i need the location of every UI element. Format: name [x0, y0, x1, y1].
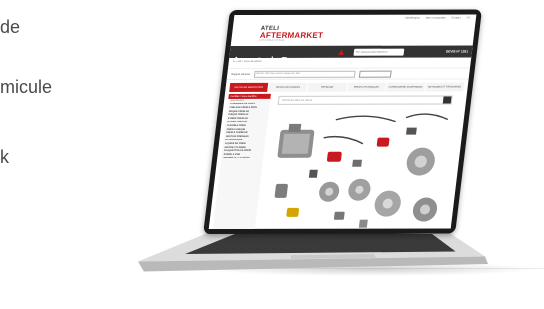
- shop-icon[interactable]: [281, 49, 289, 62]
- catalog-search-input[interactable]: Recherche dans les pièces: [277, 95, 453, 105]
- sidebar-item[interactable]: SEGMENTS / CYLINDRE: [221, 156, 263, 160]
- site-header: ATELI AFTERMARKET INTERNATIONAL: [231, 24, 476, 46]
- vehicle-request-bar: Rapport véhicule Réf/carte VIN/n°/type v…: [226, 67, 471, 80]
- tab-category[interactable]: FREINAGE: [307, 82, 347, 92]
- laptop: Identification Mes commandes Contact FR …: [0, 0, 544, 309]
- catalog-main: Recherche dans les pièces: [257, 94, 463, 229]
- quote-number: 1351: [460, 49, 469, 54]
- breadcrumb: Accueil > Vente de pièces: [232, 59, 262, 63]
- tab-category[interactable]: PIECES TECHNIQUES: [346, 82, 386, 92]
- topbar-link[interactable]: FR: [466, 17, 470, 24]
- main-navbar: Par équipementier/référence DEVIS N° 135…: [229, 45, 473, 62]
- tools-icon[interactable]: [270, 49, 277, 62]
- home-icon[interactable]: [233, 49, 241, 62]
- vehicle-select-button[interactable]: [358, 70, 392, 78]
- category-tabs: EN COURS REPARATION PIECES DETACHEES FRE…: [225, 82, 468, 92]
- site-topbar: Identification Mes commandes Contact FR: [233, 15, 476, 24]
- tab-category[interactable]: EN COURS REPARATION: [229, 82, 269, 92]
- truck-icon[interactable]: [257, 49, 265, 61]
- laptop-screen-bezel: Identification Mes commandes Contact FR …: [203, 9, 482, 234]
- quote-label: DEVIS N°: [445, 49, 461, 54]
- catalog-body: Familles / Sous-Familles Sous-familles C…: [209, 92, 467, 229]
- logo-sub: INTERNATIONAL: [259, 38, 286, 42]
- website-screen: Identification Mes commandes Contact FR …: [208, 14, 477, 229]
- brand-mark-icon: [338, 48, 344, 55]
- tab-category[interactable]: CARROSSERIE SUSPENSION: [385, 82, 426, 92]
- topbar-link[interactable]: Mes commandes: [425, 17, 446, 24]
- search-icon[interactable]: [442, 96, 452, 104]
- topbar-link[interactable]: Identification: [405, 17, 420, 24]
- exploded-parts-diagram[interactable]: [262, 108, 458, 229]
- request-label: Rapport véhicule: [231, 72, 251, 76]
- engine-part-image: [277, 123, 315, 158]
- car-icon[interactable]: [245, 49, 253, 62]
- topbar-link[interactable]: Contact: [451, 17, 460, 24]
- quote-indicator[interactable]: DEVIS N° 1351: [446, 50, 468, 54]
- tab-category[interactable]: METHODES ET PERSONNES: [425, 82, 465, 92]
- reference-search-input[interactable]: Par équipementier/référence: [353, 48, 405, 56]
- vehicle-request-input[interactable]: Réf/carte VIN/n°/type variante / équipem…: [253, 70, 356, 78]
- site-logo[interactable]: ATELI AFTERMARKET INTERNATIONAL: [259, 26, 324, 43]
- catalog-search-placeholder: Recherche dans les pièces: [281, 98, 313, 102]
- tab-category[interactable]: PIECES DETACHEES: [268, 82, 308, 92]
